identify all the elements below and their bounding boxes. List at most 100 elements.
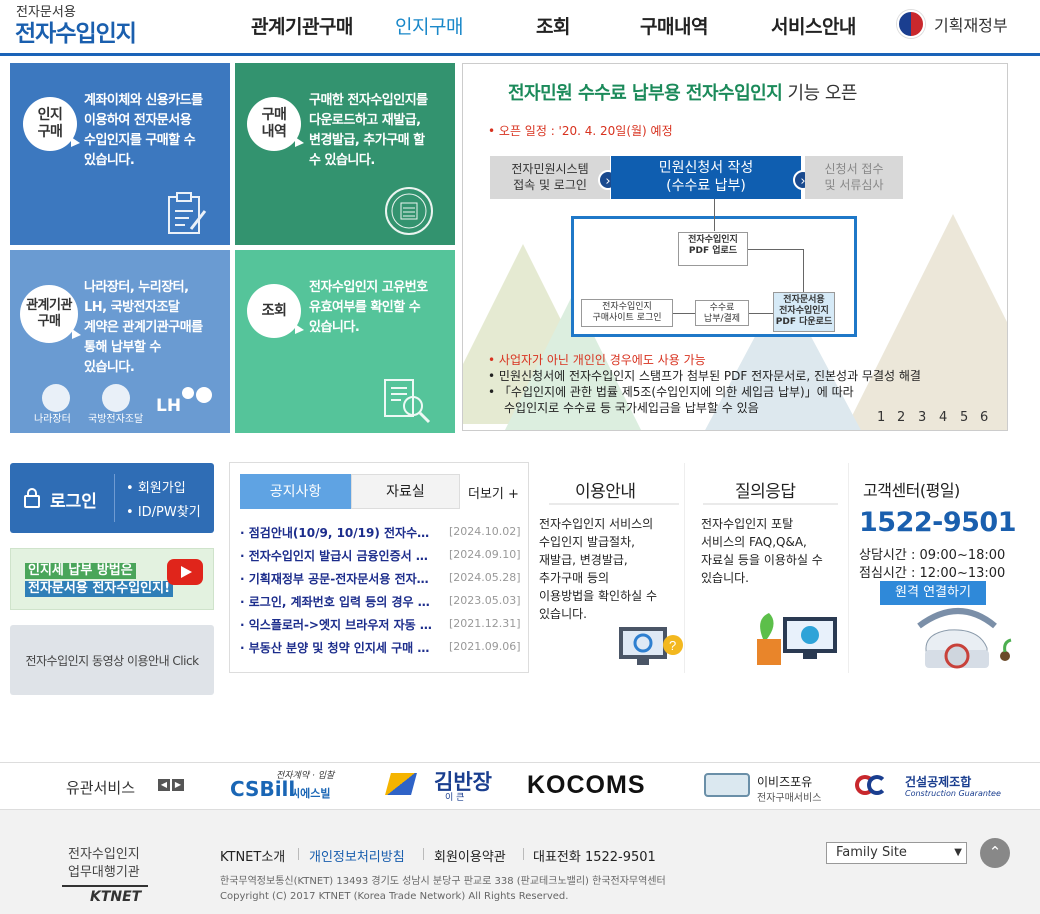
- nav-service-guide[interactable]: 서비스안내: [771, 12, 856, 39]
- ebiz-sub: 전자구매서비스: [757, 793, 822, 804]
- logo-label-lh: LH: [156, 396, 182, 416]
- notice-row[interactable]: · 전자수입인지 발급시 금융인증서 사용 안내 [2024.09.10]: [240, 547, 521, 565]
- banner-schedule: • 오픈 일정 : '20. 4. 20일(월) 예정: [488, 124, 673, 138]
- flow-step-login: 전자민원시스템 접속 및 로그인: [490, 156, 610, 199]
- flow-line: [749, 313, 773, 314]
- video-banner-line1: 인지세 납부 방법은: [25, 563, 136, 579]
- tile-buy-bubble: 인지 구매: [23, 97, 80, 151]
- tile-buy-desc: 계좌이체와 신용카드를 이용하여 전자문서용 수입인지를 구매할 수 있습니다.: [84, 93, 203, 168]
- remote-connect-button[interactable]: 원격 연결하기: [880, 581, 986, 605]
- customer-center-panel: 고객센터(평일) 1522-9501 상담시간 : 09:00~18:00 점심…: [851, 463, 1031, 673]
- notice-title[interactable]: · 기획재정부 공문-전자문서용 전자수입인지 안내: [240, 570, 435, 587]
- tile-lookup[interactable]: 조회 전자수입인지 고유번호 유효여부를 확인할 수 있습니다.: [235, 250, 455, 433]
- cs-hours-consult: 상담시간 : 09:00~18:00: [859, 548, 1006, 563]
- footer-link-about[interactable]: KTNET소개: [220, 846, 285, 865]
- footer-link-privacy[interactable]: 개인정보처리방침: [309, 846, 405, 865]
- cg-logo-icon-2: [867, 775, 887, 795]
- naraejangteo-logo-icon: [42, 384, 70, 412]
- footer-copyright: Copyright (C) 2017 KTNET (Korea Trade Ne…: [220, 891, 569, 902]
- tile-agency-purchase[interactable]: 관계기관 구매 나라장터, 누리장터, LH, 국방전자조달 계약은 관계기관구…: [10, 250, 230, 433]
- csbill-sub: 씨에스빌: [290, 787, 331, 800]
- notice-title[interactable]: · 전자수입인지 발급시 금융인증서 사용 안내: [240, 547, 435, 564]
- announcement-banner[interactable]: 전자민원 수수료 납부용 전자수입인지 기능 오픈 • 오픈 일정 : '20.…: [462, 63, 1008, 431]
- notice-row[interactable]: · 익스플로러->엣지 브라우저 자동 전환 안내 [2021.12.31]: [240, 616, 521, 634]
- ministry-logo[interactable]: 기획재정부: [897, 8, 1027, 38]
- login-button[interactable]: 로그인: [50, 487, 97, 512]
- banner-page-1[interactable]: 1: [877, 410, 885, 425]
- notice-title[interactable]: · 익스플로러->엣지 브라우저 자동 전환 안내: [240, 616, 435, 633]
- tab-archive[interactable]: 자료실: [351, 474, 460, 509]
- video-guide-label: 전자수입인지 동영상 이용안내 Click: [25, 654, 199, 668]
- footer-phone: 대표전화 1522-9501: [533, 850, 656, 865]
- flow-fee-payment: 수수료 납부/결제: [695, 300, 749, 326]
- nav-purchase-history[interactable]: 구매내역: [640, 12, 708, 39]
- lock-icon: [24, 488, 40, 508]
- notice-row[interactable]: · 점검안내(10/9, 10/19) 전자수입인지 서비스 일시 중단 [202…: [240, 524, 521, 542]
- tile-purchase-history[interactable]: 구매 내역 구매한 전자수입인지를 다운로드하고 재발급, 변경발급, 추가구매…: [235, 63, 455, 245]
- related-services-label: 유관서비스: [66, 779, 136, 797]
- video-banner[interactable]: 인지세 납부 방법은 전자문서용 전자수입인지!: [10, 548, 214, 610]
- notice-row[interactable]: · 기획재정부 공문-전자문서용 전자수입인지 안내 [2024.05.28]: [240, 570, 521, 588]
- notice-row[interactable]: · 부동산 분양 및 청약 인지세 구매 안내 [2021.09.06]: [240, 639, 521, 657]
- flow-pdf-download: 전자문서용 전자수입인지 PDF 다운로드: [773, 292, 835, 332]
- guide-title: 이용안내: [575, 482, 636, 502]
- divider: [114, 474, 115, 522]
- cg-sub: Construction Guarantee: [905, 789, 1001, 798]
- prev-arrow-icon[interactable]: ◀: [158, 779, 170, 791]
- video-guide-button[interactable]: 전자수입인지 동영상 이용안내 Click: [10, 625, 214, 695]
- notice-date: [2021.09.06]: [449, 640, 521, 653]
- qna-panel[interactable]: 질의응답 전자수입인지 포탈 서비스의 FAQ,Q&A, 자료실 등을 이용하실…: [691, 463, 849, 673]
- site-logo[interactable]: 전자수입인지: [15, 14, 137, 48]
- next-arrow-icon[interactable]: ▶: [172, 779, 184, 791]
- notice-title[interactable]: · 점검안내(10/9, 10/19) 전자수입인지 서비스 일시 중단: [240, 524, 435, 541]
- notice-date: [2024.05.28]: [449, 571, 521, 584]
- find-id-pw-link[interactable]: • ID/PW찾기: [126, 501, 201, 520]
- telephone-icon: [917, 608, 1012, 669]
- more-link[interactable]: 더보기 +: [468, 483, 519, 502]
- banner-page-4[interactable]: 4: [939, 410, 947, 425]
- tab-notices[interactable]: 공지사항: [240, 474, 351, 509]
- header: 전자문서용 전자수입인지 관계기관구매 인지구매 조회 구매내역 서비스안내 기…: [0, 0, 1040, 56]
- family-site-select[interactable]: Family Site ▼: [826, 842, 967, 864]
- tile-agency-bubble: 관계기관 구매: [20, 285, 81, 343]
- banner-page-2[interactable]: 2: [897, 410, 905, 425]
- cs-phone[interactable]: 1522-9501: [859, 507, 1017, 538]
- banner-title-bold: 전자민원 수수료 납부용 전자수입인지: [508, 83, 783, 104]
- tile-lookup-bubble: 조회: [247, 284, 304, 338]
- tile-history-desc: 구매한 전자수입인지를 다운로드하고 재발급, 변경발급, 추가구매 할 수 있…: [309, 93, 428, 168]
- kimbanjang-sub: 이 큰: [445, 793, 465, 803]
- banner-page-5[interactable]: 5: [960, 410, 968, 425]
- tile-stamp-purchase[interactable]: 인지 구매 계좌이체와 신용카드를 이용하여 전자문서용 수입인지를 구매할 수…: [10, 63, 230, 245]
- flow-line: [803, 249, 804, 292]
- monitor-search-icon: ?: [619, 627, 683, 665]
- csbill-logo[interactable]: CSBill: [230, 777, 295, 801]
- computer-phone-icon: [757, 613, 837, 665]
- scroll-top-button[interactable]: ⌃: [980, 838, 1010, 868]
- svg-text:?: ?: [669, 638, 676, 653]
- kocoms-logo[interactable]: KOCOMS: [527, 771, 646, 800]
- banner-page-3[interactable]: 3: [918, 410, 926, 425]
- nav-lookup[interactable]: 조회: [536, 12, 570, 39]
- ebiz-logo[interactable]: 이비즈포유: [757, 773, 812, 790]
- guide-panel[interactable]: 이용안내 전자수입인지 서비스의 수입인지 발급절차, 재발급, 변경발급, 추…: [537, 463, 685, 673]
- logo-label-defense: 국방전자조달: [88, 414, 144, 425]
- divider: [549, 503, 679, 505]
- banner-bullet-2: • 민원신청서에 전자수입인지 스탬프가 첨부된 PDF 전자문서로, 진본성과…: [488, 369, 921, 383]
- defense-procurement-logo-icon: [102, 384, 130, 412]
- banner-bullet-1: • 사업자가 아닌 개인인 경우에도 사용 가능: [488, 353, 706, 367]
- qna-desc: 전자수입인지 포탈 서비스의 FAQ,Q&A, 자료실 등을 이용하실 수 있습…: [701, 517, 823, 585]
- footer-link-terms[interactable]: 회원이용약관: [434, 846, 506, 865]
- flow-step-write: 민원신청서 작성 (수수료 납부): [611, 156, 801, 199]
- cg-logo[interactable]: 건설공제조합: [905, 773, 971, 790]
- nav-agency-purchase[interactable]: 관계기관구매: [251, 12, 353, 39]
- notice-title[interactable]: · 로그인, 계좌번호 입력 등의 경우 안내: [240, 593, 435, 610]
- nav-stamp-purchase[interactable]: 인지구매: [395, 12, 463, 39]
- ktnet-logo[interactable]: KTNET: [62, 885, 148, 909]
- signup-link[interactable]: • 회원가입: [126, 477, 186, 496]
- flow-site-login: 전자수입인지 구매사이트 로그인: [581, 299, 673, 327]
- tile-history-bubble: 구매 내역: [247, 97, 304, 151]
- banner-page-6[interactable]: 6: [980, 410, 988, 425]
- notice-row[interactable]: · 로그인, 계좌번호 입력 등의 경우 안내 [2023.05.03]: [240, 593, 521, 611]
- guide-desc: 전자수입인지 서비스의 수입인지 발급절차, 재발급, 변경발급, 추가구매 등…: [539, 517, 658, 621]
- notice-title[interactable]: · 부동산 분양 및 청약 인지세 구매 안내: [240, 639, 435, 656]
